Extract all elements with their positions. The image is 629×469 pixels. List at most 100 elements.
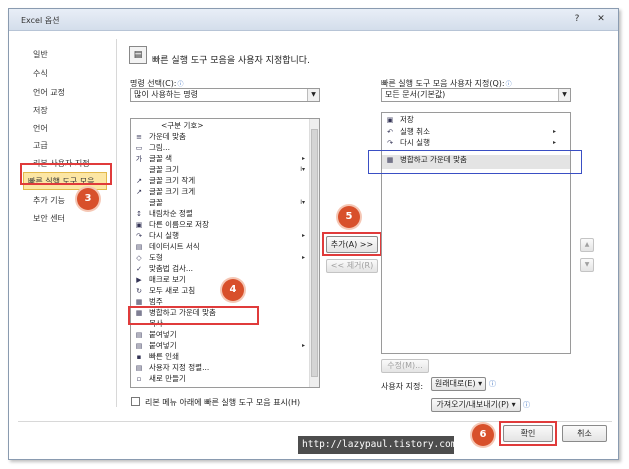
title-bar: Excel 옵션 ? ✕: [9, 9, 618, 31]
available-command-item-label: 그림...: [149, 143, 170, 152]
available-command-item[interactable]: ↷ 다시 실행 ▸: [131, 231, 319, 241]
available-command-item-label: 맞춤법 검사...: [149, 264, 194, 273]
cancel-button[interactable]: 취소: [562, 425, 607, 442]
submenu-arrow-icon: ▸: [552, 127, 556, 135]
available-command-item[interactable]: ▪ 빠른 인쇄: [131, 352, 319, 362]
command-icon: ▤: [135, 331, 143, 339]
available-command-item-label: 글꼴 색: [149, 154, 173, 163]
qat-command-item[interactable]: ▣ 저장: [382, 115, 570, 125]
available-command-item-label: 글꼴 크기 크게: [149, 187, 196, 196]
available-command-item-label: 빠른 인쇄: [149, 352, 179, 361]
info-icon: ⓘ: [489, 380, 496, 388]
available-command-item-label: 내림차순 정렬: [149, 209, 193, 218]
available-command-item[interactable]: <구분 기호>: [131, 121, 319, 131]
chevron-down-icon: ▼: [307, 89, 319, 101]
qat-command-item[interactable]: ↷ 다시 실행 ▸: [382, 138, 570, 148]
available-command-item-label: <구분 기호>: [161, 121, 204, 130]
show-below-ribbon-checkbox[interactable]: [131, 397, 140, 406]
available-command-item[interactable]: ▭ 그림...: [131, 143, 319, 153]
available-command-item-label: 사용자 지정 정렬...: [149, 363, 210, 372]
available-command-item[interactable]: 가 글꼴 색 ▸: [131, 154, 319, 164]
command-icon: ↷: [136, 232, 142, 240]
sidebar-item-save[interactable]: 저장: [33, 105, 48, 116]
available-command-item[interactable]: ✓ 맞춤법 검사...: [131, 264, 319, 274]
customizations-label: 사용자 지정:: [381, 382, 424, 391]
command-select-dropdown[interactable]: 많이 사용하는 명령 ▼: [130, 88, 320, 102]
qat-commands-list[interactable]: ▣ 저장 ↶ 실행 취소 ▸ ↷ 다시 실행 ▸ ▦ 병합하고 가운데 맞춤: [381, 112, 571, 354]
command-select-label-text: 명령 선택(C):: [130, 79, 177, 88]
available-command-item[interactable]: ≡ 가운데 맞춤: [131, 132, 319, 142]
show-below-ribbon-label: 리본 메뉴 아래에 빠른 실행 도구 모음 표시(H): [145, 398, 301, 407]
available-command-item[interactable]: ▤ 붙여넣기 ▸: [131, 341, 319, 351]
command-icon: ▪: [136, 353, 142, 361]
sidebar-item-add-ins[interactable]: 추가 기능: [33, 195, 65, 206]
command-icon: ↻: [136, 287, 142, 295]
available-command-item[interactable]: ↕ 내림차순 정렬: [131, 209, 319, 219]
sidebar-item-formulas[interactable]: 수식: [33, 68, 48, 79]
options-sidebar: 일반 수식 언어 교정 저장 언어 고급 리본 사용자 지정 빠른 실행 도구 …: [19, 39, 117, 407]
highlight-box-added-command: [368, 150, 582, 174]
command-icon: ↕: [136, 210, 142, 218]
available-command-item[interactable]: ▤ 데이터시트 서식: [131, 242, 319, 252]
command-icon: ↗: [136, 177, 142, 185]
info-icon: ⓘ: [177, 81, 184, 88]
chevron-down-icon: ▼: [558, 89, 570, 101]
move-up-button[interactable]: ▲: [580, 238, 594, 252]
available-commands-list[interactable]: <구분 기호> ≡ 가운데 맞춤 ▭ 그림... 가 글꼴 색 ▸ 글꼴 크기 I▾ ↗ 글꼴 크기 …: [130, 118, 320, 388]
available-command-item[interactable]: 글꼴 I▾: [131, 198, 319, 208]
highlight-box-ok: [499, 421, 557, 446]
command-select-value: 많이 사용하는 명령: [134, 90, 198, 99]
sidebar-item-general[interactable]: 일반: [33, 49, 48, 60]
command-icon: ◇: [136, 254, 142, 262]
available-command-item-label: 붙여넣기: [149, 341, 177, 350]
sidebar-item-language[interactable]: 언어: [33, 123, 48, 134]
submenu-arrow-icon: ▸: [301, 254, 305, 261]
submenu-arrow-icon: I▾: [300, 199, 305, 206]
move-down-button[interactable]: ▼: [580, 258, 594, 272]
submenu-arrow-icon: I▾: [300, 166, 305, 173]
command-icon: [134, 198, 144, 208]
info-icon: ⓘ: [523, 401, 530, 409]
available-command-item-label: 데이터시트 서식: [149, 242, 200, 251]
available-command-item[interactable]: ▤ 붙여넣기: [131, 330, 319, 340]
command-icon: ▤: [135, 342, 143, 350]
remove-button[interactable]: << 제거(R): [326, 259, 378, 273]
reset-button[interactable]: 원래대로(E) ▾: [431, 377, 486, 391]
command-icon: ↶: [387, 127, 393, 136]
available-command-item[interactable]: ◇ 도형 ▸: [131, 253, 319, 263]
import-export-button[interactable]: 가져오기/내보내기(P) ▾: [431, 398, 521, 412]
close-icon[interactable]: ✕: [591, 12, 611, 27]
sidebar-item-trust-center[interactable]: 보안 센터: [33, 213, 65, 224]
available-command-item-label: 다시 실행: [149, 231, 179, 240]
command-icon: ↷: [387, 139, 393, 147]
available-command-item[interactable]: ▤ 사용자 지정 정렬...: [131, 363, 319, 373]
step-badge-5: 5: [338, 206, 360, 228]
available-command-item[interactable]: ↗ 글꼴 크기 작게: [131, 176, 319, 186]
command-icon: ▶: [136, 276, 142, 284]
available-command-item[interactable]: 글꼴 크기 I▾: [131, 165, 319, 175]
customize-qat-label-text: 빠른 실행 도구 모음 사용자 지정(Q):: [381, 79, 505, 88]
submenu-arrow-icon: ▸: [552, 139, 556, 146]
customize-qat-value: 모든 문서(기본값): [385, 90, 446, 99]
available-command-item-label: 도형: [149, 253, 163, 262]
highlight-box-sidebar: [20, 163, 112, 185]
step-badge-6: 6: [472, 424, 494, 446]
modify-button[interactable]: 수정(M)...: [381, 359, 429, 373]
available-command-item[interactable]: ↗ 글꼴 크기 크게: [131, 187, 319, 197]
available-command-item-label: 글꼴: [149, 198, 163, 207]
command-icon: ▣: [135, 221, 143, 229]
qat-command-item[interactable]: ↶ 실행 취소 ▸: [382, 127, 570, 137]
step-badge-4: 4: [222, 279, 244, 301]
available-command-item-label: 다른 이름으로 저장: [149, 220, 209, 229]
toolbar-customize-icon: ▤: [129, 46, 147, 64]
sidebar-item-proofing[interactable]: 언어 교정: [33, 87, 65, 98]
command-icon: ↗: [136, 188, 142, 196]
available-command-item[interactable]: ▣ 다른 이름으로 저장: [131, 220, 319, 230]
help-icon[interactable]: ?: [567, 12, 587, 27]
available-command-item[interactable]: ▫ 새로 만들기: [131, 374, 319, 384]
customize-qat-dropdown[interactable]: 모든 문서(기본값) ▼: [381, 88, 571, 102]
info-icon: ⓘ: [505, 81, 512, 88]
available-command-item-label: 매크로 보기: [149, 275, 186, 284]
command-icon: [134, 121, 144, 131]
sidebar-item-advanced[interactable]: 고급: [33, 140, 48, 151]
